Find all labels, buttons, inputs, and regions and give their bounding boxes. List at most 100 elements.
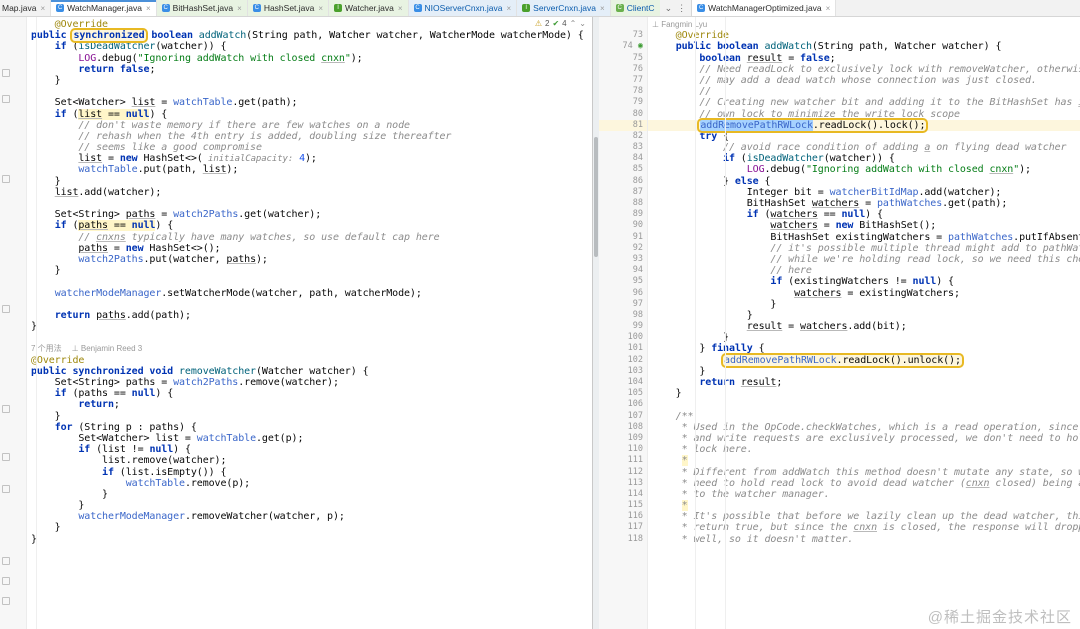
gutter-line-96[interactable]: 96 [599, 288, 647, 299]
close-icon[interactable]: × [146, 4, 151, 13]
gutter-line-103[interactable]: 103 [599, 366, 647, 377]
gutter-line-87[interactable]: 87 [599, 187, 647, 198]
warning-triangle-icon: ⚠ [534, 19, 542, 28]
gutter-line-102[interactable]: 102 [599, 355, 647, 366]
editor-tab-bar[interactable]: C Map.java × C WatchManager.java × C Bit… [0, 0, 1080, 17]
tab-bar-tools[interactable]: ⌄ ⋮ [660, 0, 692, 16]
gutter-line-77[interactable]: 77 [599, 75, 647, 86]
tab-label: WatchManager.java [67, 3, 142, 13]
gutter-line-99[interactable]: 99 [599, 321, 647, 332]
gutter-line-94[interactable]: 94 [599, 265, 647, 276]
gutter-line-86[interactable]: 86 [599, 176, 647, 187]
editor-tab-clientc[interactable]: C ClientC [610, 0, 660, 16]
editor-tab-servercnxn[interactable]: I ServerCnxn.java × [517, 0, 611, 16]
gutter-line-84[interactable]: 84 [599, 153, 647, 164]
gutter-line-91[interactable]: 91 [599, 232, 647, 243]
indent-guide [725, 17, 726, 629]
java-class-icon: C [697, 4, 706, 12]
gutter-line-88[interactable]: 88 [599, 198, 647, 209]
gutter-line-117[interactable]: 117 [599, 522, 647, 533]
gutter-line-83[interactable]: 83 [599, 142, 647, 153]
gutter-line-98[interactable]: 98 [599, 310, 647, 321]
gutter-line-118[interactable]: 118 [599, 534, 647, 545]
editor-tab-map[interactable]: C Map.java × [0, 0, 52, 16]
left-editor[interactable]: @Override public synchronized boolean ad… [0, 17, 592, 629]
close-icon[interactable]: × [237, 4, 242, 13]
gutter-line-110[interactable]: 110 [599, 444, 647, 455]
gutter-line-74[interactable]: 74 ◉ [599, 41, 647, 52]
editor-pane-left[interactable]: ⚠ 2 ✔ 4 ⌃ ⌄ @Override public synchronize… [0, 17, 593, 629]
close-icon[interactable]: × [507, 4, 512, 13]
divider-grip[interactable] [594, 137, 598, 257]
tab-label: BitHashSet.java [172, 3, 234, 13]
gutter-line-79[interactable]: 79 [599, 97, 647, 108]
close-icon[interactable]: × [398, 4, 403, 13]
gutter-line-93[interactable]: 93 [599, 254, 647, 265]
tab-label: Watcher.java [345, 3, 394, 13]
code-lens-author[interactable]: Benjamin Reed 3 [81, 344, 142, 353]
tab-label: WatchManagerOptimized.java [708, 3, 822, 13]
gutter-line-116[interactable]: 116 [599, 511, 647, 522]
close-icon[interactable]: × [318, 4, 323, 13]
tab-label: ClientC [626, 3, 655, 13]
chevron-down-icon[interactable]: ⌄ [665, 3, 673, 14]
gutter-line-75[interactable]: 75 [599, 53, 647, 64]
code-author-annotation: ⊥ Fangmin Lyu [648, 19, 1080, 30]
code-lens[interactable]: 7 个用法 ⊥ Benjamin Reed 3 [27, 343, 592, 354]
editor-tab-nioservercnxn[interactable]: C NIOServerCnxn.java × [408, 0, 518, 16]
editor-tab-hashset[interactable]: C HashSet.java × [247, 0, 330, 16]
gutter-line-80[interactable]: 80 [599, 109, 647, 120]
close-icon[interactable]: × [826, 4, 831, 13]
gutter-line-108[interactable]: 108 [599, 422, 647, 433]
tab-label: Map.java [2, 3, 37, 13]
chevron-up-icon[interactable]: ⌃ [570, 19, 577, 28]
gutter-line-101[interactable]: 101 [599, 343, 647, 354]
editor-tab-watchmanageroptimized[interactable]: C WatchManagerOptimized.java × [691, 0, 837, 16]
gutter-line-109[interactable]: 109 [599, 433, 647, 444]
gutter-line-111[interactable]: 111 [599, 455, 647, 466]
close-icon[interactable]: × [600, 4, 605, 13]
right-code-area[interactable]: ⊥ Fangmin Lyu @Override public boolean a… [648, 17, 1080, 629]
gutter-line-89[interactable]: 89 [599, 209, 647, 220]
gutter-line-95[interactable]: 95 [599, 276, 647, 287]
editor-pane-right[interactable]: 73 74 ◉ 75 76 77 78 79 80 81 82 83 84 85… [599, 17, 1080, 629]
inspection-widget[interactable]: ⚠ 2 ✔ 4 ⌃ ⌄ [535, 19, 586, 28]
gutter-line-73[interactable]: 73 [599, 30, 647, 41]
gutter-line-105[interactable]: 105 [599, 388, 647, 399]
gutter-line-100[interactable]: 100 [599, 332, 647, 343]
chevron-down-icon[interactable]: ⌄ [579, 19, 586, 28]
java-interface-icon: I [522, 4, 531, 12]
gutter-line-85[interactable]: 85 [599, 164, 647, 175]
indent-guide [695, 17, 696, 629]
java-class-icon: C [615, 4, 624, 12]
gutter-line-81[interactable]: 81 [599, 119, 647, 131]
java-class-icon: C [161, 4, 170, 12]
gutter-line-78[interactable]: 78 [599, 86, 647, 97]
right-editor[interactable]: 73 74 ◉ 75 76 77 78 79 80 81 82 83 84 85… [599, 17, 1080, 629]
more-vertical-icon[interactable]: ⋮ [677, 3, 686, 14]
gutter-line-114[interactable]: 114 [599, 489, 647, 500]
gutter-line-113[interactable]: 113 [599, 478, 647, 489]
ok-count: 4 [562, 19, 567, 28]
gutter-line-107[interactable]: 107 [599, 411, 647, 422]
gutter-line-97[interactable]: 97 [599, 299, 647, 310]
author-name: Fangmin Lyu [661, 20, 708, 29]
gutter-line-106[interactable]: 106 [599, 399, 647, 410]
person-icon: ⊥ [652, 20, 662, 29]
left-code-area[interactable]: @Override public synchronized boolean ad… [27, 17, 592, 629]
editor-tab-watchmanager[interactable]: C WatchManager.java × [51, 0, 157, 16]
close-icon[interactable]: × [41, 4, 46, 13]
gutter-line-76[interactable]: 76 [599, 64, 647, 75]
gutter-line-112[interactable]: 112 [599, 467, 647, 478]
left-fold-strip[interactable] [0, 17, 10, 629]
right-gutter[interactable]: 73 74 ◉ 75 76 77 78 79 80 81 82 83 84 85… [599, 17, 648, 629]
gutter-line-90[interactable]: 90 [599, 220, 647, 231]
editor-tab-watcher[interactable]: I Watcher.java × [329, 0, 409, 16]
editor-tab-bithashset[interactable]: C BitHashSet.java × [156, 0, 248, 16]
person-icon: ⊥ [71, 344, 81, 354]
gutter-line-115[interactable]: 115 [599, 500, 647, 511]
editor-split: ⚠ 2 ✔ 4 ⌃ ⌄ @Override public synchronize… [0, 17, 1080, 629]
gutter-line-104[interactable]: 104 [599, 377, 647, 388]
gutter-line-82[interactable]: 82 [599, 131, 647, 142]
gutter-line-92[interactable]: 92 [599, 243, 647, 254]
